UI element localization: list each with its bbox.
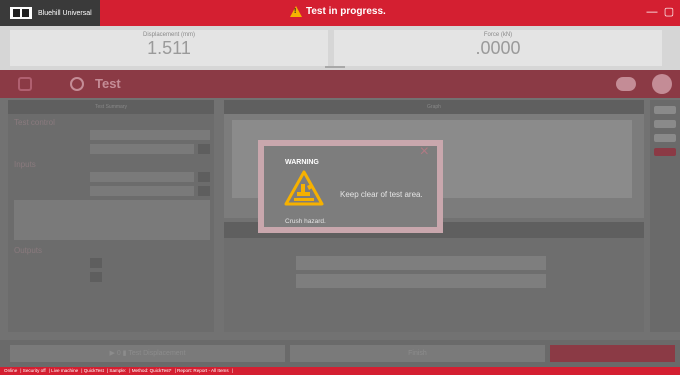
status-report: Report: Report - All Items [177, 368, 229, 373]
side-item[interactable] [654, 120, 676, 128]
table-row [296, 256, 546, 270]
list-item [8, 270, 214, 284]
control-bar: ▶ 0 ▮ Test Displacement Finish [0, 340, 680, 367]
stop-button[interactable] [550, 345, 675, 362]
list-item [8, 128, 214, 142]
side-item[interactable] [654, 148, 676, 156]
finish-button[interactable]: Finish [290, 345, 545, 362]
side-panel [650, 100, 680, 332]
dialog-message: Keep clear of test area. [340, 190, 423, 199]
section-test-control: Test control [14, 118, 55, 127]
meter-value: 1.511 [147, 38, 191, 58]
meter-force[interactable]: Force (kN) .0000 [334, 30, 662, 66]
home-icon[interactable] [18, 77, 32, 91]
side-item[interactable] [654, 134, 676, 142]
test-icon [70, 77, 84, 91]
test-toolbar: Test [0, 70, 680, 98]
section-outputs: Outputs [14, 246, 43, 255]
list-item [8, 170, 214, 184]
camera-icon[interactable] [616, 77, 636, 91]
list-item [8, 142, 214, 156]
list-item [8, 184, 214, 198]
close-icon[interactable]: × [420, 144, 429, 160]
meter-displacement[interactable]: Displacement (mm) 1.511 [10, 30, 328, 66]
status-security: Security off [22, 368, 46, 373]
status-online: Online [4, 368, 18, 373]
maximize-button[interactable]: ▢ [662, 5, 676, 19]
start-button[interactable]: ▶ 0 ▮ Test Displacement [10, 345, 285, 362]
list-item [8, 256, 214, 270]
side-item[interactable] [654, 106, 676, 114]
panel-header: Graph [224, 100, 644, 114]
page-title: Test [95, 76, 121, 91]
meter-value: .0000 [475, 38, 521, 58]
warning-icon: ! [290, 6, 302, 17]
test-summary-panel: Test Summary Test control Inputs Outputs [8, 100, 214, 332]
status-bar: Online | Security off | Live machine | Quic… [0, 367, 680, 375]
resize-handle[interactable] [325, 66, 345, 68]
instron-logo [10, 7, 32, 19]
notes-field[interactable] [14, 200, 210, 240]
info-icon[interactable] [652, 74, 672, 94]
app-name: Bluehill Universal [38, 9, 92, 17]
live-displays: Displacement (mm) 1.511 Force (kN) .0000 [0, 26, 680, 70]
dialog-caption: Crush hazard. [285, 218, 326, 225]
status-text: Test in progress. [306, 6, 386, 17]
table-row [296, 274, 546, 288]
status-method: Method: QuickTest* [131, 368, 172, 373]
title-bar: Bluehill Universal ! Test in progress. —… [0, 0, 680, 26]
panel-header: Test Summary [8, 100, 214, 114]
status-machine: Live machine [51, 368, 79, 373]
warning-dialog-frame: WARNING × Keep clear of test area. Crush… [258, 140, 443, 233]
status-quicktest: QuickTest [83, 368, 104, 373]
app-brand: Bluehill Universal [0, 0, 100, 26]
minimize-button[interactable]: — [645, 5, 659, 19]
test-status: ! Test in progress. [290, 6, 386, 17]
section-inputs: Inputs [14, 160, 36, 169]
warning-dialog: WARNING × Keep clear of test area. Crush… [264, 144, 437, 227]
crush-hazard-icon [284, 170, 324, 206]
results-panel [224, 222, 644, 332]
dialog-title: WARNING [285, 159, 319, 166]
status-sample: Sample: [109, 368, 127, 373]
